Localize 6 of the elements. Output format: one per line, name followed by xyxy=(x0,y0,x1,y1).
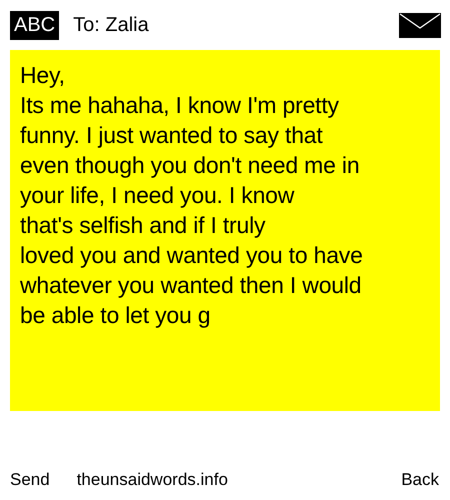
input-mode-indicator: ABC xyxy=(10,10,60,40)
site-label: theunsaidwords.info xyxy=(76,469,228,492)
recipient-label: To: Zalia xyxy=(73,13,149,38)
envelope-icon xyxy=(399,12,441,38)
back-softkey[interactable]: Back xyxy=(401,467,439,493)
send-softkey[interactable]: Send xyxy=(10,467,50,493)
